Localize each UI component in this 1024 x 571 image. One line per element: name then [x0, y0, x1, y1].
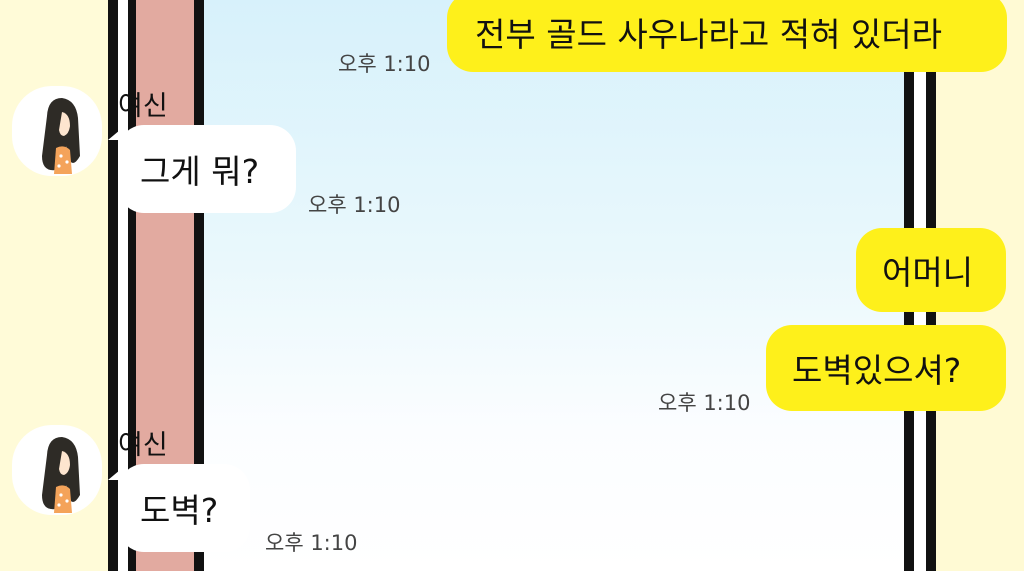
message-text: 어머니 [882, 253, 974, 292]
girl-long-hair-avatar-icon [42, 437, 80, 513]
their-message-bubble[interactable]: 그게 뭐? [118, 125, 296, 213]
their-message-bubble[interactable]: 도벽? [118, 464, 250, 552]
message-time: 오후 1:10 [265, 531, 358, 555]
window-frame-left-outer [108, 0, 118, 571]
chat-screen: 전부 골드 사우나라고 적혀 있더라 오후 1:10 여신 그게 뭐? 오후 1… [0, 0, 1024, 571]
message-time: 오후 1:10 [308, 193, 401, 217]
message-time: 오후 1:10 [658, 391, 751, 415]
bubble-tail [108, 470, 120, 480]
my-message-bubble[interactable]: 도벽있으셔? [766, 325, 1006, 411]
my-message-bubble[interactable]: 어머니 [856, 228, 1006, 312]
message-text: 전부 골드 사우나라고 적혀 있더라 [475, 15, 942, 54]
message-text: 도벽? [140, 491, 219, 530]
message-text: 그게 뭐? [140, 152, 260, 191]
my-message-bubble[interactable]: 전부 골드 사우나라고 적혀 있더라 [447, 0, 1007, 72]
sender-name: 여신 [118, 91, 168, 122]
background-window [200, 0, 920, 571]
avatar[interactable] [12, 86, 102, 176]
message-time: 오후 1:10 [338, 52, 431, 76]
sender-name: 여신 [118, 430, 168, 461]
message-text: 도벽있으셔? [792, 351, 962, 390]
girl-long-hair-avatar-icon [42, 98, 80, 174]
bubble-tail [108, 130, 120, 140]
avatar[interactable] [12, 425, 102, 515]
